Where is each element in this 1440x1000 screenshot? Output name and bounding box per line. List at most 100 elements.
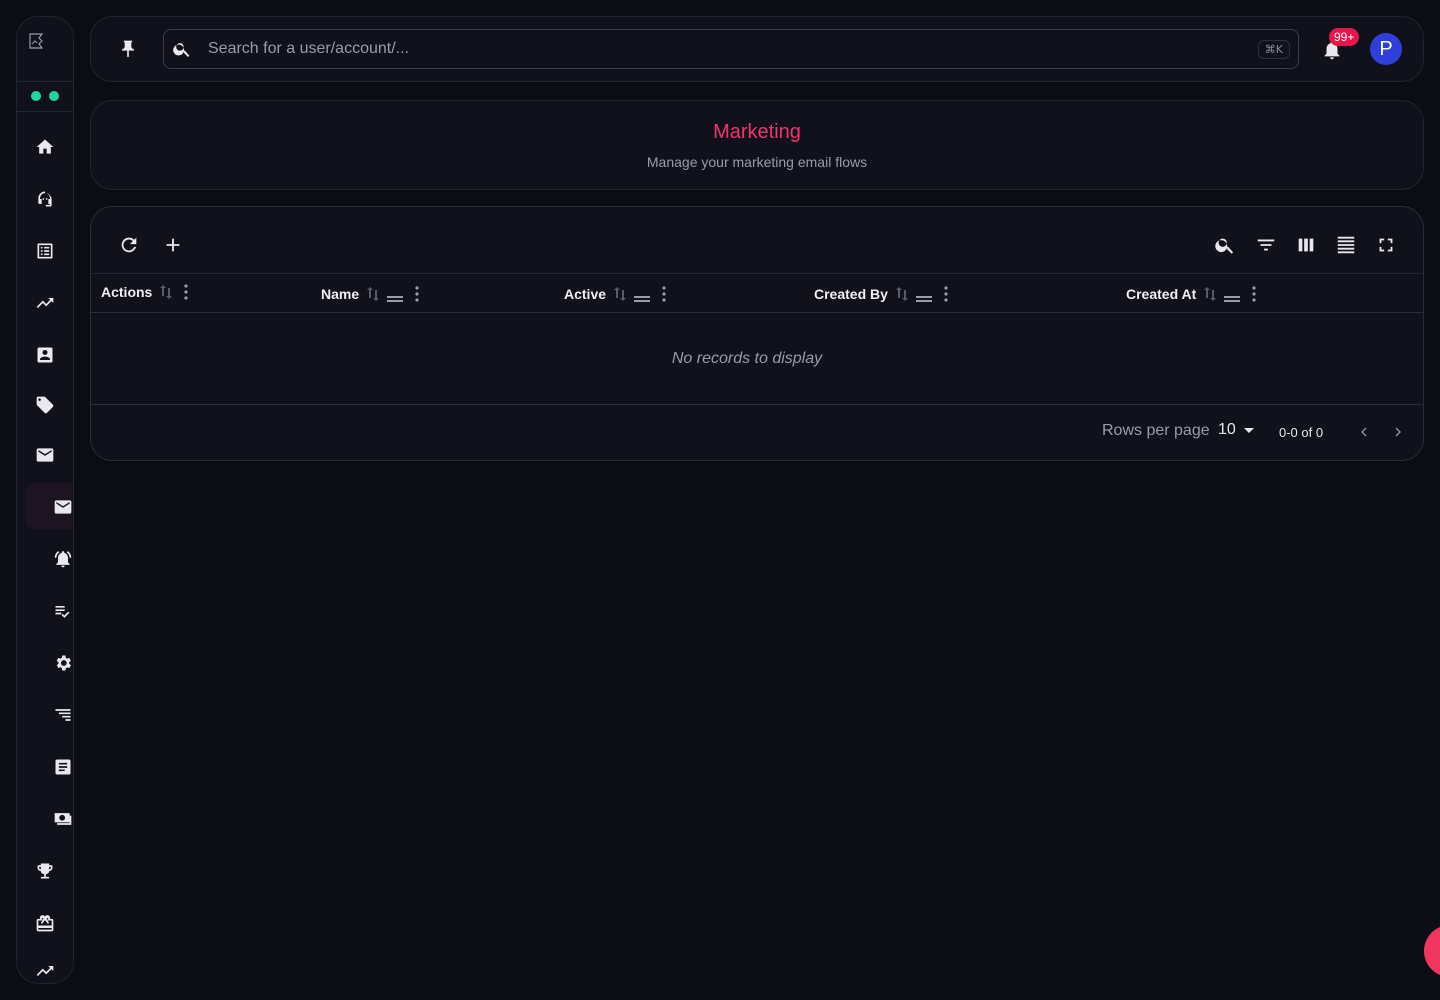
search-icon: [172, 39, 192, 59]
sort-icon[interactable]: [367, 287, 380, 301]
data-table: Actions Name Active Created By Created A…: [90, 206, 1424, 461]
money-icon: [54, 813, 72, 825]
status-dot: [49, 91, 59, 101]
playlist-check-icon: [55, 606, 70, 618]
table-header: Actions Name Active Created By Created A…: [91, 273, 1423, 313]
settings-gear-icon: [56, 655, 71, 671]
column-header-actions: Actions: [101, 272, 188, 312]
gift-box-icon: [36, 915, 54, 932]
rows-per-page-select[interactable]: 10: [1218, 421, 1254, 439]
sidebar-item-sort[interactable]: [51, 703, 73, 727]
sidebar-item-support[interactable]: [33, 187, 57, 211]
columns-button[interactable]: [1294, 233, 1318, 257]
user-avatar[interactable]: P: [1370, 33, 1402, 65]
column-label: Active: [564, 286, 607, 302]
sort-lines-icon: [55, 709, 71, 721]
page-subtitle: Manage your marketing email flows: [646, 154, 868, 170]
sort-icon[interactable]: [160, 285, 173, 299]
column-header-name: Name: [321, 274, 419, 314]
support-agent-icon: [38, 191, 52, 207]
refresh-button[interactable]: [117, 233, 141, 257]
sidebar-item-marketing[interactable]: [51, 495, 73, 519]
drag-handle-icon[interactable]: [915, 290, 932, 302]
filter-button[interactable]: [1254, 233, 1278, 257]
sidebar-item-analytics[interactable]: [33, 291, 57, 315]
add-button[interactable]: [161, 233, 185, 257]
sidebar-item-articles[interactable]: [51, 755, 73, 779]
plus-icon: [166, 238, 180, 252]
pin-icon: [122, 40, 134, 58]
sidebar: [16, 16, 74, 984]
page-header: Marketing Manage your marketing email fl…: [90, 100, 1424, 190]
previous-page-button[interactable]: [1353, 421, 1375, 443]
view-column-icon: [1298, 238, 1314, 252]
chevron-left-icon: [1361, 427, 1367, 437]
sidebar-item-gifts[interactable]: [33, 911, 57, 935]
sort-icon[interactable]: [895, 287, 908, 301]
column-label: Name: [321, 286, 360, 302]
notification-alarm-icon: [54, 551, 72, 568]
column-menu-icon[interactable]: [415, 286, 419, 302]
floating-action-button[interactable]: [1424, 925, 1440, 977]
sidebar-item-payments[interactable]: [51, 807, 73, 831]
column-menu-icon[interactable]: [944, 286, 948, 302]
sidebar-divider: [17, 111, 73, 112]
rows-per-page-value: 10: [1218, 421, 1236, 438]
tag-icon: [36, 396, 54, 414]
search-bar[interactable]: ⌘K: [163, 29, 1299, 69]
pagination-footer: Rows per page 10 0-0 of 0: [91, 405, 1423, 460]
column-menu-icon[interactable]: [1252, 286, 1256, 302]
trending-up-icon: [36, 298, 54, 308]
sidebar-divider: [17, 81, 73, 82]
home-icon: [36, 139, 54, 154]
trophy-icon: [37, 863, 53, 879]
column-label: Created By: [814, 286, 888, 302]
sidebar-item-rewards[interactable]: [33, 859, 57, 883]
status-dot: [31, 91, 41, 101]
drag-handle-icon[interactable]: [634, 290, 651, 302]
sidebar-item-contacts[interactable]: [33, 343, 57, 367]
sidebar-item-mail[interactable]: [33, 443, 57, 467]
column-menu-icon[interactable]: [184, 284, 188, 300]
sort-icon[interactable]: [1204, 287, 1217, 301]
density-icon: [1337, 236, 1355, 254]
article-icon: [55, 759, 71, 775]
trending-up-icon: [36, 966, 54, 976]
sidebar-item-tags[interactable]: [33, 393, 57, 417]
sidebar-item-trends[interactable]: [33, 959, 57, 983]
logo-broken-image-icon: [29, 33, 47, 49]
search-shortcut-hint: ⌘K: [1257, 39, 1290, 59]
sidebar-item-tasks[interactable]: [51, 599, 73, 623]
rows-per-page-label: Rows per page: [1102, 422, 1210, 439]
notification-count-badge: 99+: [1329, 28, 1360, 46]
column-menu-icon[interactable]: [662, 286, 666, 302]
fullscreen-button[interactable]: [1374, 233, 1398, 257]
refresh-icon: [121, 237, 137, 253]
density-button[interactable]: [1334, 233, 1358, 257]
next-page-button[interactable]: [1387, 421, 1409, 443]
sidebar-item-list[interactable]: [33, 239, 57, 263]
column-header-created-at: Created At: [1126, 274, 1256, 314]
caret-down-icon: [1243, 427, 1254, 433]
mail-icon: [54, 500, 72, 514]
sidebar-item-settings[interactable]: [51, 651, 73, 675]
sidebar-item-home[interactable]: [33, 135, 57, 159]
sidebar-item-notifications[interactable]: [51, 547, 73, 571]
top-bar: ⌘K 99+ P: [90, 16, 1424, 82]
search-input[interactable]: [208, 40, 1258, 58]
status-dots: [31, 91, 59, 101]
column-label: Created At: [1126, 286, 1197, 302]
contact-card-icon: [37, 347, 53, 363]
column-header-active: Active: [564, 274, 666, 314]
empty-state-row: No records to display: [91, 313, 1423, 405]
table-search-button[interactable]: [1213, 233, 1237, 257]
drag-handle-icon[interactable]: [387, 290, 404, 302]
fullscreen-icon: [1379, 238, 1393, 252]
chevron-right-icon: [1395, 427, 1401, 437]
search-icon: [1215, 238, 1234, 254]
list-alt-icon: [37, 243, 53, 259]
pin-button[interactable]: [117, 37, 139, 61]
sort-icon[interactable]: [614, 287, 627, 301]
drag-handle-icon[interactable]: [1224, 290, 1241, 302]
column-header-created-by: Created By: [814, 274, 948, 314]
